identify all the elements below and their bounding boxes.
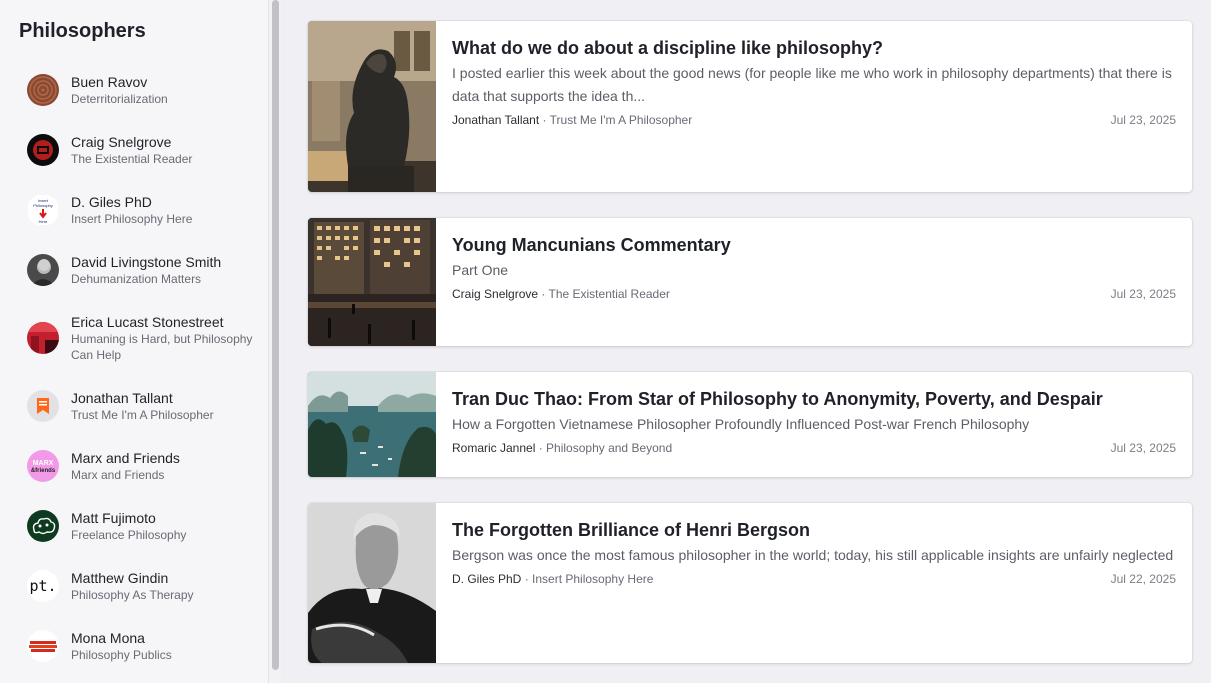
post-publication[interactable]: Philosophy and Beyond — [546, 441, 672, 455]
red-text-logo — [27, 630, 59, 662]
sidebar-item-name: Craig Snelgrove — [71, 134, 172, 150]
svg-text:Here: Here — [39, 219, 48, 224]
bay-islands-image — [308, 372, 436, 477]
post-card[interactable]: The Forgotten Brilliance of Henri Bergso… — [308, 503, 1192, 663]
post-title[interactable]: Young Mancunians Commentary — [452, 234, 1176, 256]
wood-rings-avatar — [27, 74, 59, 106]
sidebar-item-publication: Deterritorialization — [71, 92, 168, 106]
bookmark-icon — [27, 390, 59, 422]
post-meta: Romaric Jannel · Philosophy and Beyond J… — [452, 441, 1176, 457]
post-title[interactable]: The Forgotten Brilliance of Henri Bergso… — [452, 519, 1176, 541]
post-publication[interactable]: Trust Me I'm A Philosopher — [550, 113, 693, 127]
sidebar-item-mona-mona[interactable]: Mona Mona Philosophy Publics — [0, 620, 268, 676]
meta-separator: · — [535, 441, 547, 455]
post-date: Jul 23, 2025 — [1110, 441, 1176, 455]
post-author[interactable]: Jonathan Tallant — [452, 113, 539, 127]
meta-separator: · — [538, 287, 549, 301]
sidebar-item-david-livingstone-smith[interactable]: David Livingstone Smith Dehumanization M… — [0, 244, 268, 300]
marx-friends-logo: MARX &friends — [27, 450, 59, 482]
svg-text:Philosophy: Philosophy — [33, 203, 53, 208]
sidebar-item-name: D. Giles PhD — [71, 194, 152, 210]
post-card[interactable]: Young Mancunians Commentary Part One Cra… — [308, 218, 1192, 346]
svg-text:MARX: MARX — [33, 460, 54, 467]
sidebar-item-matthew-gindin[interactable]: pt. Matthew Gindin Philosophy As Therapy — [0, 560, 268, 616]
sidebar-item-matt-fujimoto[interactable]: Matt Fujimoto Freelance Philosophy — [0, 500, 268, 556]
sidebar-item-name: Mona Mona — [71, 630, 145, 646]
sidebar-item-name: Marx and Friends — [71, 450, 180, 466]
post-subtitle: I posted earlier this week about the goo… — [452, 65, 1172, 104]
red-emblem-avatar — [27, 134, 59, 166]
post-subtitle: How a Forgotten Vietnamese Philosopher P… — [452, 416, 1030, 432]
post-date: Jul 23, 2025 — [1110, 287, 1176, 301]
post-author[interactable]: Romaric Jannel — [452, 441, 535, 455]
meta-separator: · — [521, 572, 533, 586]
sidebar-item-marx-and-friends[interactable]: MARX &friends Marx and Friends Marx and … — [0, 440, 268, 496]
post-card[interactable]: What do we do about a discipline like ph… — [308, 21, 1192, 192]
post-author[interactable]: D. Giles PhD — [452, 572, 521, 586]
insert-philosophy-logo: Insert Philosophy Here — [27, 194, 59, 226]
post-meta: Jonathan Tallant · Trust Me I'm A Philos… — [452, 113, 1176, 129]
portrait-avatar — [27, 254, 59, 286]
sidebar-item-name: Buen Ravov — [71, 74, 148, 90]
post-subtitle: Part One — [452, 262, 509, 278]
sidebar: Philosophers Buen Ravov Deterritorializa… — [0, 0, 269, 683]
sidebar-item-craig-snelgrove[interactable]: Craig Snelgrove The Existential Reader — [0, 124, 268, 180]
post-publication[interactable]: The Existential Reader — [549, 287, 670, 301]
cloud-logo — [27, 510, 59, 542]
post-title[interactable]: Tran Duc Thao: From Star of Philosophy t… — [452, 388, 1176, 410]
post-card[interactable]: Tran Duc Thao: From Star of Philosophy t… — [308, 372, 1192, 477]
meta-separator: · — [539, 113, 550, 127]
sidebar-item-publication: Insert Philosophy Here — [71, 212, 193, 226]
svg-text:&friends: &friends — [31, 468, 56, 474]
sidebar-item-name: David Livingstone Smith — [71, 254, 222, 270]
sidebar-item-publication: Freelance Philosophy — [71, 528, 187, 542]
post-author[interactable]: Craig Snelgrove — [452, 287, 538, 301]
city-night-image — [308, 218, 436, 346]
thinker-statue-image — [308, 21, 436, 192]
post-subtitle: Bergson was once the most famous philoso… — [452, 547, 1174, 563]
pt-logo: pt. — [27, 570, 59, 602]
sidebar-item-name: Matthew Gindin — [71, 570, 169, 586]
sidebar-item-publication: Marx and Friends — [71, 468, 165, 482]
sidebar-item-jonathan-tallant[interactable]: Jonathan Tallant Trust Me I'm A Philosop… — [0, 380, 268, 436]
sidebar-item-publication: Trust Me I'm A Philosopher — [71, 408, 214, 422]
sidebar-item-name: Erica Lucast Stonestreet — [71, 314, 224, 330]
post-meta: Craig Snelgrove · The Existential Reader… — [452, 287, 1176, 303]
sidebar-scrollbar[interactable] — [269, 0, 281, 683]
sidebar-item-publication: Dehumanization Matters — [71, 272, 202, 286]
post-date: Jul 23, 2025 — [1110, 113, 1176, 127]
sidebar-item-publication: The Existential Reader — [71, 152, 193, 166]
sidebar-item-name: Matt Fujimoto — [71, 510, 156, 526]
post-date: Jul 22, 2025 — [1110, 572, 1176, 586]
sidebar-item-publication: Humaning is Hard, but Philosophy Can Hel… — [71, 332, 253, 362]
scrollbar-thumb[interactable] — [272, 0, 279, 670]
sidebar-item-publication: Philosophy Publics — [71, 648, 172, 662]
sidebar-item-buen-ravov[interactable]: Buen Ravov Deterritorialization — [0, 64, 268, 120]
sidebar-item-publication: Philosophy As Therapy — [71, 588, 194, 602]
red-building-avatar — [27, 322, 59, 354]
post-publication[interactable]: Insert Philosophy Here — [532, 572, 653, 586]
sidebar-item-name: Jonathan Tallant — [71, 390, 173, 406]
post-meta: D. Giles PhD · Insert Philosophy Here Ju… — [452, 572, 1176, 588]
sidebar-title: Philosophers — [19, 20, 146, 42]
sidebar-item-d-giles[interactable]: Insert Philosophy Here D. Giles PhD Inse… — [0, 184, 268, 240]
sidebar-item-erica-lucast-stonestreet[interactable]: Erica Lucast Stonestreet Humaning is Har… — [0, 304, 268, 380]
svg-text:pt.: pt. — [29, 577, 56, 595]
post-title[interactable]: What do we do about a discipline like ph… — [452, 37, 1176, 59]
bergson-portrait-image — [308, 503, 436, 663]
